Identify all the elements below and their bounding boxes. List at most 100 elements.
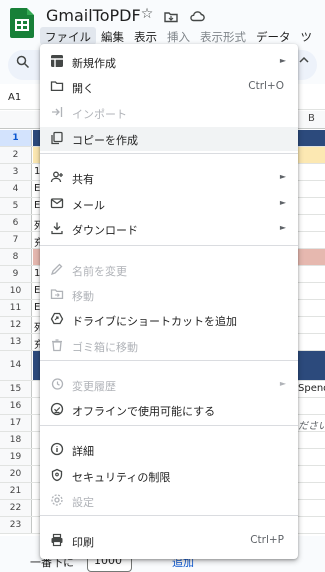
mail-icon <box>50 196 66 212</box>
row-number[interactable]: 15 <box>0 381 32 397</box>
menu-item-copy[interactable]: コピーを作成 <box>40 127 298 151</box>
row-number[interactable]: 5 <box>0 198 32 214</box>
menu-item-label: 共有 <box>72 173 94 186</box>
menu-edit[interactable]: 編集 <box>96 27 129 45</box>
new-sheet-icon <box>50 54 66 70</box>
row-number[interactable]: 9 <box>0 266 32 282</box>
menu-item-print[interactable]: 印刷 Ctrl+P <box>40 529 298 553</box>
submenu-arrow-icon: ► <box>279 56 286 65</box>
share-person-icon <box>50 170 66 186</box>
row-number[interactable]: 12 <box>0 317 32 333</box>
menu-item-security[interactable]: セキュリティの制限 <box>40 464 298 488</box>
column-header-b[interactable]: B <box>308 113 315 124</box>
submenu-arrow-icon: ► <box>279 198 286 207</box>
menu-separator <box>40 245 298 246</box>
menu-separator <box>40 153 298 154</box>
drive-shortcut-icon <box>50 312 66 328</box>
row-number[interactable]: 4 <box>0 181 32 197</box>
menu-item-label: 変更履歴 <box>72 380 116 393</box>
title-bar: GmailToPDF ☆ ファイル 編集 表示 挿入 表示形式 データ ツ <box>0 0 325 48</box>
menu-item-share-person[interactable]: 共有 ► <box>40 166 298 190</box>
menu-item-shortcut: Ctrl+O <box>248 80 284 92</box>
trash-icon <box>50 338 66 354</box>
row-number[interactable]: 10 <box>0 283 32 299</box>
cloud-status-icon[interactable] <box>188 6 206 24</box>
folder-icon <box>50 79 66 95</box>
download-icon <box>50 221 66 237</box>
move-icon[interactable] <box>162 6 180 24</box>
row-number[interactable]: 20 <box>0 466 32 482</box>
row-number[interactable]: 1 <box>0 130 32 146</box>
menu-insert[interactable]: 挿入 <box>162 27 195 45</box>
row-number[interactable]: 11 <box>0 300 32 316</box>
menu-item-info[interactable]: 詳細 <box>40 438 298 462</box>
menu-tools[interactable]: ツ <box>296 27 318 45</box>
menu-item-trash[interactable]: ゴミ箱に移動 <box>40 334 298 358</box>
security-icon <box>50 468 66 484</box>
menu-item-shortcut: Ctrl+P <box>250 534 284 546</box>
cell-text-right[interactable]: ださい <box>298 417 325 432</box>
submenu-arrow-icon: ► <box>279 172 286 181</box>
row-number[interactable]: 23 <box>0 517 32 533</box>
menu-item-label: メール <box>72 199 105 212</box>
menu-item-label: オフラインで使用可能にする <box>72 405 216 418</box>
menu-item-label: 印刷 <box>72 536 94 549</box>
file-menu-dropdown: 新規作成 ► 開く Ctrl+O インポートコピーを作成 共有 ► メール ► ダウンロード ► 名前… <box>40 44 298 559</box>
row-number[interactable]: 2 <box>0 147 32 163</box>
menu-file[interactable]: ファイル <box>40 27 96 45</box>
menu-separator <box>40 515 298 516</box>
document-title[interactable]: GmailToPDF <box>46 6 141 25</box>
menu-item-offline[interactable]: オフラインで使用可能にする <box>40 398 298 422</box>
row-number[interactable]: 8 <box>0 249 32 265</box>
menu-item-pencil[interactable]: 名前を変更 <box>40 258 298 282</box>
import-icon <box>50 105 66 121</box>
menu-view[interactable]: 表示 <box>129 27 162 45</box>
menu-item-label: 移動 <box>72 290 94 303</box>
row-number[interactable]: 7 <box>0 232 32 248</box>
row-number[interactable]: 13 <box>0 334 32 350</box>
menu-item-label: ダウンロード <box>72 224 138 237</box>
sheets-logo-icon[interactable] <box>10 8 34 38</box>
menu-item-label: 新規作成 <box>72 57 116 70</box>
menu-separator <box>40 425 298 426</box>
row-number[interactable]: 6 <box>0 215 32 231</box>
menu-item-label: コピーを作成 <box>72 134 138 147</box>
submenu-arrow-icon: ► <box>279 223 286 232</box>
menu-data[interactable]: データ <box>251 27 296 45</box>
row-number[interactable]: 18 <box>0 432 32 448</box>
row-number[interactable]: 3 <box>0 164 32 180</box>
menu-item-folder[interactable]: 開く Ctrl+O <box>40 75 298 99</box>
menu-item-drive-shortcut[interactable]: ドライブにショートカットを追加 <box>40 308 298 332</box>
star-icon[interactable]: ☆ <box>138 6 156 22</box>
move-folder-icon <box>50 287 66 303</box>
offline-icon <box>50 402 66 418</box>
menu-item-mail[interactable]: メール ► <box>40 192 298 216</box>
row-number[interactable]: 14 <box>0 351 32 380</box>
menu-item-label: セキュリティの制限 <box>72 471 171 484</box>
menu-item-settings[interactable]: 設定 <box>40 489 298 513</box>
menu-item-label: 設定 <box>72 496 94 509</box>
info-icon <box>50 442 66 458</box>
menu-bar: ファイル 編集 表示 挿入 表示形式 データ ツ <box>40 27 317 45</box>
row-number[interactable]: 22 <box>0 500 32 516</box>
copy-icon <box>50 131 66 147</box>
menu-item-label: 詳細 <box>72 445 94 458</box>
menu-item-download[interactable]: ダウンロード ► <box>40 217 298 241</box>
name-box[interactable]: A1 <box>8 92 21 103</box>
row-number[interactable]: 17 <box>0 415 32 431</box>
menu-item-label: 開く <box>72 82 94 95</box>
menu-item-import[interactable]: インポート <box>40 101 298 125</box>
menu-item-label: インポート <box>72 108 127 121</box>
cell-text-right[interactable]: Spend <box>298 383 325 394</box>
menu-item-move-folder[interactable]: 移動 <box>40 283 298 307</box>
row-number[interactable]: 16 <box>0 398 32 414</box>
menu-separator <box>40 360 298 361</box>
history-icon <box>50 377 66 393</box>
menu-format[interactable]: 表示形式 <box>195 27 251 45</box>
row-number[interactable]: 19 <box>0 449 32 465</box>
menu-item-new-sheet[interactable]: 新規作成 ► <box>40 50 298 74</box>
search-icon[interactable] <box>16 55 30 69</box>
chevron-up-icon[interactable] <box>299 55 309 65</box>
menu-item-history[interactable]: 変更履歴 ► <box>40 373 298 397</box>
row-number[interactable]: 21 <box>0 483 32 499</box>
